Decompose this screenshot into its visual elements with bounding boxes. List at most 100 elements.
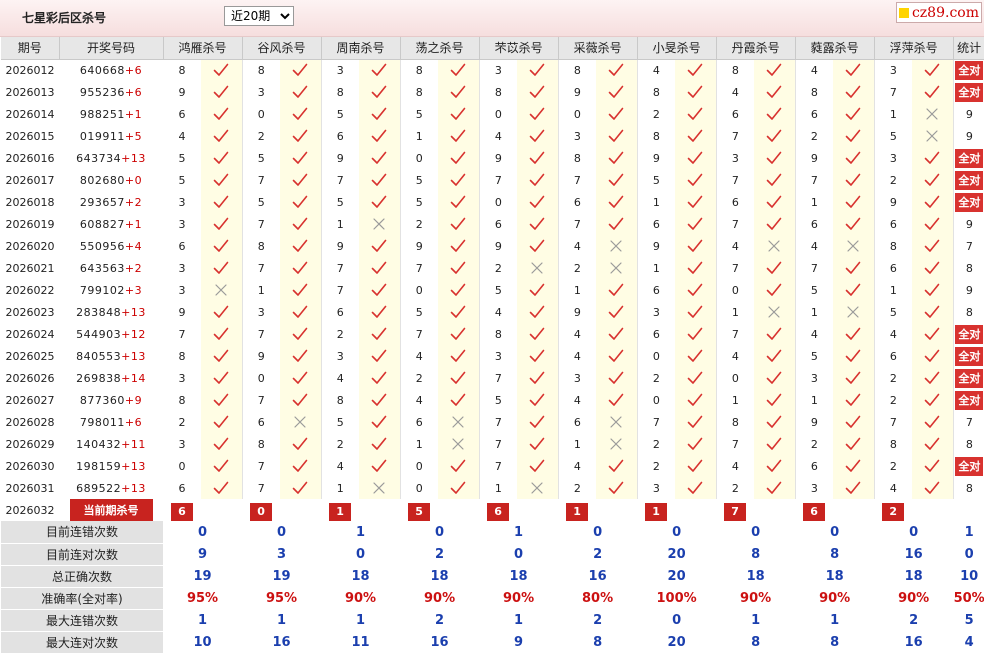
kill-number: 2 [336, 437, 344, 451]
kill-number: 4 [415, 349, 423, 363]
draw-row: 2026014 988251+1 6 0 5 5 0 0 2 6 6 1 9 [1, 103, 984, 125]
current-kill-spacer [596, 499, 637, 521]
check-icon [833, 345, 875, 367]
check-icon [912, 411, 954, 433]
kill-number: 2 [810, 129, 818, 143]
kill-number: 8 [573, 63, 581, 77]
summary-value: 16 [904, 634, 923, 650]
summary-value: 2 [435, 546, 445, 562]
kill-number: 8 [494, 85, 502, 99]
check-icon [280, 477, 322, 499]
current-issue-number: 2026032 [5, 503, 55, 517]
summary-label: 最大连对次数 [1, 631, 163, 654]
period-select[interactable]: 近20期 [224, 6, 294, 26]
kill-number: 5 [889, 129, 897, 143]
stat-cell: 全对 [953, 59, 984, 81]
check-icon [517, 345, 559, 367]
site-domain: cz89.com [911, 4, 979, 21]
kill-number: 7 [810, 261, 818, 275]
kill-number: 7 [257, 173, 265, 187]
correct-count: 8 [965, 437, 973, 451]
summary-value: 1 [514, 612, 524, 628]
correct-count: 7 [965, 239, 973, 253]
cross-icon [833, 301, 875, 323]
current-kill-number: 2 [882, 502, 905, 521]
kill-number: 3 [573, 371, 581, 385]
check-icon [675, 125, 717, 147]
front-numbers: 269838 [76, 371, 122, 385]
check-icon [280, 235, 322, 257]
check-icon [596, 323, 638, 345]
site-badge[interactable]: cz89.com [895, 2, 982, 23]
summary-value: 1 [514, 524, 524, 540]
check-icon [359, 169, 401, 191]
kill-number: 5 [336, 415, 344, 429]
winning-numbers: 293657+2 [59, 191, 163, 213]
front-numbers: 643734 [76, 151, 122, 165]
kill-number: 0 [731, 371, 739, 385]
summary-value: 1 [830, 612, 840, 628]
back-number: +13 [121, 305, 146, 319]
check-icon [359, 125, 401, 147]
kill-number: 2 [257, 129, 265, 143]
summary-label: 目前连对次数 [1, 543, 163, 566]
summary-stat: 1 [964, 524, 974, 540]
draw-row: 2026026 269838+14 3 0 4 2 7 3 2 0 3 2 全对 [1, 367, 984, 389]
check-icon [517, 81, 559, 103]
winning-numbers: 643734+13 [59, 147, 163, 169]
check-icon [438, 213, 480, 235]
issue-number: 2026028 [5, 415, 55, 429]
cross-icon [596, 411, 638, 433]
winning-numbers: 550956+4 [59, 235, 163, 257]
front-numbers: 640668 [79, 63, 125, 77]
summary-value: 1 [751, 612, 761, 628]
cross-icon [912, 103, 954, 125]
kill-number: 6 [178, 481, 186, 495]
kill-number: 1 [731, 393, 739, 407]
cross-icon [201, 279, 243, 301]
summary-value: 2 [593, 546, 603, 562]
check-icon [912, 323, 954, 345]
kill-number: 5 [652, 173, 660, 187]
check-icon [675, 169, 717, 191]
draw-row: 2026028 798011+6 2 6 5 6 7 6 7 8 9 7 7 [1, 411, 984, 433]
check-icon [675, 81, 717, 103]
check-icon [359, 389, 401, 411]
kill-number: 2 [178, 415, 186, 429]
kill-number: 9 [573, 85, 581, 99]
back-number: +1 [124, 217, 143, 231]
check-icon [359, 235, 401, 257]
kill-number: 7 [731, 129, 739, 143]
check-icon [359, 301, 401, 323]
check-icon [833, 147, 875, 169]
column-header: 鸿雁杀号 [163, 37, 243, 60]
stat-cell: 9 [953, 125, 984, 147]
kill-number: 3 [178, 261, 186, 275]
winning-numbers: 283848+13 [59, 301, 163, 323]
kill-number: 4 [415, 393, 423, 407]
check-icon [833, 125, 875, 147]
winning-numbers: 689522+13 [59, 477, 163, 499]
check-icon [280, 279, 322, 301]
front-numbers: 802680 [79, 173, 125, 187]
current-kill-cell: 1 [637, 499, 675, 521]
check-icon [359, 345, 401, 367]
back-number: +13 [121, 459, 146, 473]
summary-row: 目前连错次数 0 0 1 0 1 0 0 0 0 0 1 [1, 521, 984, 544]
kill-number: 6 [731, 195, 739, 209]
check-icon [517, 455, 559, 477]
all-correct-badge: 全对 [955, 324, 984, 344]
check-icon [912, 59, 954, 81]
kill-number: 4 [573, 239, 581, 253]
check-icon [517, 235, 559, 257]
summary-value: 18 [825, 568, 844, 584]
kill-number: 9 [494, 151, 502, 165]
check-icon [596, 125, 638, 147]
correct-count: 7 [965, 415, 973, 429]
summary-value: 0 [356, 546, 366, 562]
check-icon [359, 411, 401, 433]
check-icon [833, 411, 875, 433]
check-icon [201, 235, 243, 257]
check-icon [833, 279, 875, 301]
check-icon [754, 257, 796, 279]
